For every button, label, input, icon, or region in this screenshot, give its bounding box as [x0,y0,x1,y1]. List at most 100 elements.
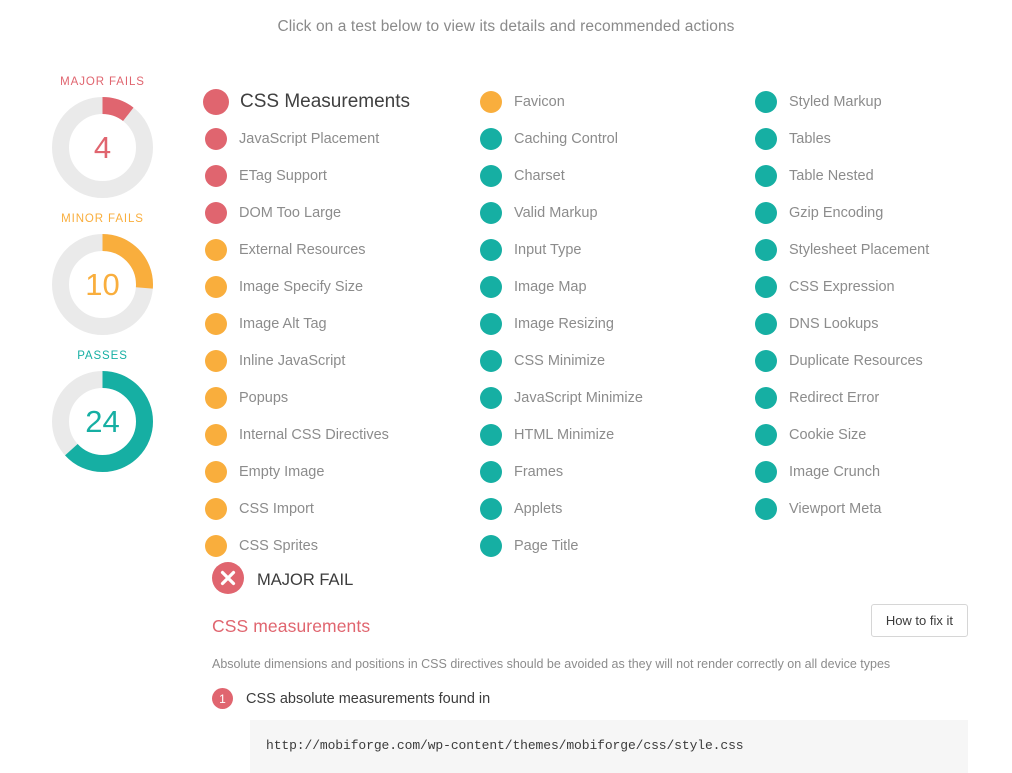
gauge-label: PASSES [77,350,128,362]
test-item-gzip-encoding[interactable]: Gzip Encoding [755,194,1005,231]
status-dot-minor-icon [205,534,227,557]
test-item-etag-support[interactable]: ETag Support [205,157,480,194]
test-item-image-map[interactable]: Image Map [480,268,755,305]
detail-title: CSS measurements [212,616,371,636]
status-dot-minor-icon [205,238,227,261]
status-dot-pass-icon [480,349,502,372]
test-item-tables[interactable]: Tables [755,120,1005,157]
test-item-popups[interactable]: Popups [205,379,480,416]
finding-url[interactable]: http://mobiforge.com/wp-content/themes/m… [250,720,968,773]
test-item-redirect-error[interactable]: Redirect Error [755,379,1005,416]
major-fail-icon [212,561,244,599]
test-item-label: DNS Lookups [789,315,879,332]
test-item-javascript-minimize[interactable]: JavaScript Minimize [480,379,755,416]
test-item-image-alt-tag[interactable]: Image Alt Tag [205,305,480,342]
test-item-label: Cookie Size [789,426,867,443]
test-item-label: Page Title [514,537,579,554]
test-item-duplicate-resources[interactable]: Duplicate Resources [755,342,1005,379]
test-item-label: JavaScript Minimize [514,389,643,406]
how-to-fix-it-button[interactable]: How to fix it [870,604,968,637]
test-item-label: Popups [239,389,289,406]
test-column-3: Styled Markup Tables Table Nested Gzip Enco… [755,83,1005,564]
test-item-charset[interactable]: Charset [480,157,755,194]
test-item-image-crunch[interactable]: Image Crunch [755,453,1005,490]
test-item-image-specify-size[interactable]: Image Specify Size [205,268,480,305]
test-item-label: External Resources [239,241,366,258]
finding-text: CSS absolute measurements found in [246,690,491,707]
test-item-dns-lookups[interactable]: DNS Lookups [755,305,1005,342]
gauge-value: 4 [93,129,112,165]
test-item-applets[interactable]: Applets [480,490,755,527]
test-item-valid-markup[interactable]: Valid Markup [480,194,755,231]
test-item-css-import[interactable]: CSS Import [205,490,480,527]
test-item-page-title[interactable]: Page Title [480,527,755,564]
status-dot-major-icon [205,201,227,224]
test-item-label: Image Resizing [514,315,614,332]
test-item-css-measurements[interactable]: CSS Measurements [203,83,480,120]
test-item-css-minimize[interactable]: CSS Minimize [480,342,755,379]
status-dot-minor-icon [205,460,227,483]
test-item-external-resources[interactable]: External Resources [205,231,480,268]
test-item-label: Image Specify Size [239,278,364,295]
test-item-label: Applets [514,500,563,517]
test-item-frames[interactable]: Frames [480,453,755,490]
test-item-javascript-placement[interactable]: JavaScript Placement [205,120,480,157]
summary-gauges: MAJOR FAILS 4 MINOR FAILS 10 PASSES 24 [0,36,205,487]
status-dot-pass-icon [755,275,777,298]
status-dot-pass-icon [755,386,777,409]
test-item-css-sprites[interactable]: CSS Sprites [205,527,480,564]
test-item-label: CSS Minimize [514,352,606,369]
test-item-label: CSS Measurements [240,90,411,112]
test-item-label: Styled Markup [789,93,882,110]
detail-status-label: MAJOR FAIL [257,570,354,589]
gauge-minor-fails: MINOR FAILS 10 [27,213,179,338]
status-dot-pass-icon [480,497,502,520]
test-item-label: Table Nested [789,167,874,184]
gauge-label: MAJOR FAILS [60,76,145,88]
status-dot-minor-icon [205,275,227,298]
test-item-empty-image[interactable]: Empty Image [205,453,480,490]
test-item-image-resizing[interactable]: Image Resizing [480,305,755,342]
status-dot-pass-icon [480,534,502,557]
test-item-dom-too-large[interactable]: DOM Too Large [205,194,480,231]
status-dot-minor-icon [480,90,502,113]
status-dot-pass-icon [480,127,502,150]
test-item-label: Redirect Error [789,389,880,406]
status-dot-pass-icon [755,460,777,483]
test-item-label: Internal CSS Directives [239,426,389,443]
test-item-label: ETag Support [239,167,327,184]
test-item-cookie-size[interactable]: Cookie Size [755,416,1005,453]
detail-status: MAJOR FAIL [212,560,968,600]
status-dot-minor-icon [205,386,227,409]
test-item-css-expression[interactable]: CSS Expression [755,268,1005,305]
status-dot-minor-icon [205,312,227,335]
test-item-inline-javascript[interactable]: Inline JavaScript [205,342,480,379]
test-item-label: Inline JavaScript [239,352,346,369]
test-item-label: Image Crunch [789,463,881,480]
status-dot-pass-icon [755,349,777,372]
test-detail-panel: MAJOR FAIL CSS measurements How to fix i… [212,560,968,773]
status-dot-major-icon [205,127,227,150]
test-item-label: Stylesheet Placement [789,241,930,258]
test-item-internal-css-directives[interactable]: Internal CSS Directives [205,416,480,453]
test-item-caching-control[interactable]: Caching Control [480,120,755,157]
gauge-ring: 24 [49,368,156,475]
page-title: Click on a test below to view its detail… [277,18,735,35]
test-item-html-minimize[interactable]: HTML Minimize [480,416,755,453]
test-item-favicon[interactable]: Favicon [480,83,755,120]
status-dot-major-icon [203,88,229,115]
test-item-table-nested[interactable]: Table Nested [755,157,1005,194]
test-columns: CSS Measurements JavaScript Placement ETag… [203,36,1012,564]
status-dot-pass-icon [755,497,777,520]
test-column-2: Favicon Caching Control Charset Valid Marku… [480,83,755,564]
status-dot-pass-icon [755,127,777,150]
test-item-viewport-meta[interactable]: Viewport Meta [755,490,1005,527]
test-item-stylesheet-placement[interactable]: Stylesheet Placement [755,231,1005,268]
test-item-label: JavaScript Placement [239,130,380,147]
status-dot-pass-icon [755,201,777,224]
status-dot-pass-icon [480,423,502,446]
gauge-value: 24 [85,403,120,439]
test-item-label: Viewport Meta [789,500,882,517]
test-item-input-type[interactable]: Input Type [480,231,755,268]
test-item-styled-markup[interactable]: Styled Markup [755,83,1005,120]
